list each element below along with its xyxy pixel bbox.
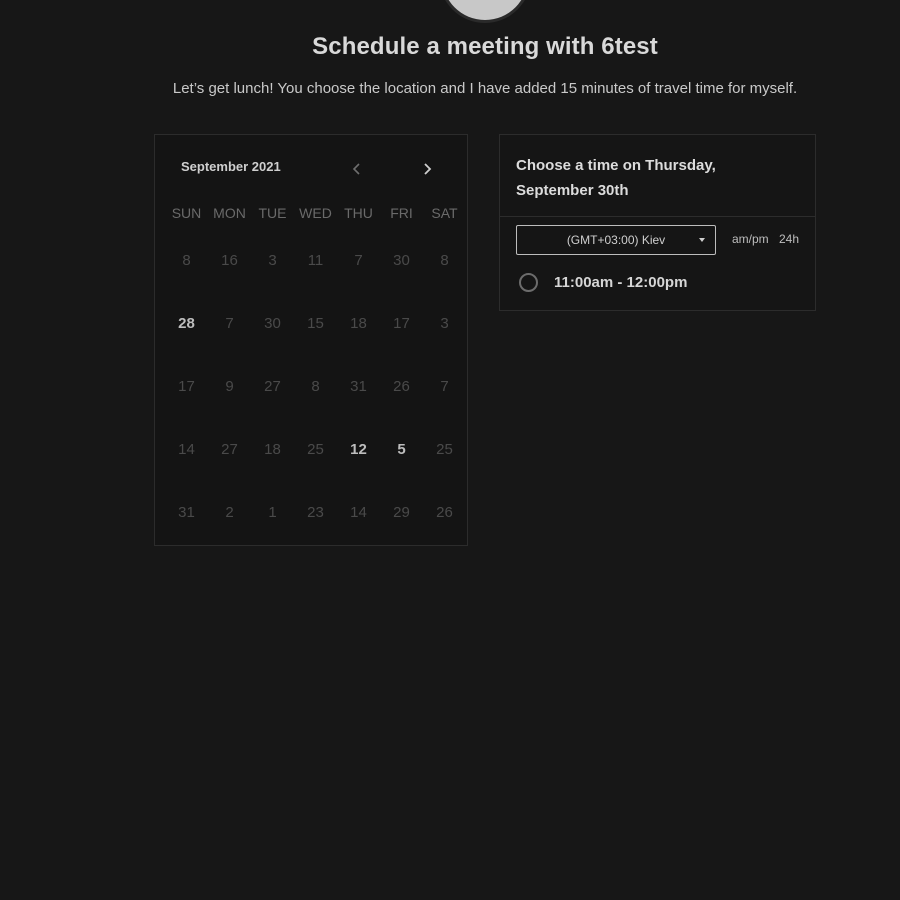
calendar-day-disabled: 1 [268, 504, 277, 521]
calendar-day-disabled: 27 [264, 378, 281, 395]
calendar-day-available[interactable]: 28 [165, 314, 208, 377]
calendar-day-disabled: 7 [225, 315, 234, 332]
calendar-day-disabled: 18 [350, 315, 367, 332]
calendar-day-disabled: 29 [393, 504, 410, 521]
calendar: September 2021 SUN MON TUE WED THU FRI S… [154, 134, 468, 546]
chevron-left-icon [352, 163, 360, 175]
calendar-day-disabled: 3 [440, 315, 449, 332]
calendar-day-disabled: 14 [350, 504, 367, 521]
page-description: Let’s get lunch! You choose the location… [172, 80, 798, 97]
timezone-select[interactable]: (GMT+03:00) Kiev [516, 225, 716, 255]
calendar-day-disabled: 9 [225, 378, 234, 395]
calendar-month-label: September 2021 [181, 159, 281, 174]
format-ampm-toggle[interactable]: am/pm [732, 232, 769, 246]
calendar-day-disabled: 7 [440, 378, 449, 395]
calendar-day-disabled: 2 [225, 504, 234, 521]
avatar [442, 0, 528, 20]
next-month-button[interactable] [417, 159, 437, 179]
calendar-day-disabled: 14 [178, 441, 195, 458]
weekday-label: THU [344, 205, 373, 221]
page-title: Schedule a meeting with 6test [312, 33, 658, 60]
calendar-day-disabled: 16 [221, 252, 238, 269]
calendar-day-disabled: 8 [182, 252, 191, 269]
time-panel-header: Choose a time on Thursday, September 30t… [500, 135, 815, 217]
weekday-label: TUE [258, 205, 287, 221]
calendar-day-grid: 8 16 3 11 7 30 8 28 7 30 15 18 17 3 17 9 27 8 31 26 7 14 27 18 2… [165, 251, 467, 566]
calendar-day-disabled: 31 [178, 504, 195, 521]
calendar-day-disabled: 26 [436, 504, 453, 521]
calendar-day-available[interactable]: 12 [337, 440, 380, 503]
weekday-label: MON [213, 205, 246, 221]
calendar-day-disabled: 23 [307, 504, 324, 521]
weekday-label: SAT [431, 205, 458, 221]
time-selection-panel: Choose a time on Thursday, September 30t… [499, 134, 816, 311]
radio-button[interactable] [519, 273, 538, 292]
calendar-day-disabled: 30 [393, 252, 410, 269]
calendar-day-disabled: 31 [350, 378, 367, 395]
calendar-day-disabled: 17 [178, 378, 195, 395]
calendar-day-disabled: 18 [264, 441, 281, 458]
calendar-day-disabled: 17 [393, 315, 410, 332]
calendar-day-disabled: 26 [393, 378, 410, 395]
caret-down-icon [699, 238, 705, 242]
weekday-header: SUN MON TUE WED THU FRI SAT [165, 205, 467, 221]
weekday-label: WED [299, 205, 332, 221]
calendar-day-disabled: 11 [307, 252, 324, 269]
time-slot-label: 11:00am - 12:00pm [554, 274, 688, 291]
prev-month-button[interactable] [347, 159, 367, 179]
calendar-day-disabled: 27 [221, 441, 238, 458]
calendar-day-disabled: 15 [307, 315, 324, 332]
timezone-value: (GMT+03:00) Kiev [566, 233, 666, 247]
calendar-day-disabled: 25 [307, 441, 324, 458]
time-slot[interactable]: 11:00am - 12:00pm [519, 273, 687, 292]
calendar-day-disabled: 25 [436, 441, 453, 458]
format-24h-toggle[interactable]: 24h [779, 232, 799, 246]
calendar-day-disabled: 30 [264, 315, 281, 332]
weekday-label: SUN [171, 205, 202, 221]
calendar-day-disabled: 3 [268, 252, 277, 269]
calendar-day-disabled: 8 [311, 378, 320, 395]
calendar-day-disabled: 7 [354, 252, 363, 269]
time-panel-title: Choose a time on Thursday, September 30t… [516, 157, 716, 199]
page: Schedule a meeting with 6test Let’s get … [0, 0, 900, 900]
calendar-day-available[interactable]: 5 [380, 440, 423, 503]
weekday-label: FRI [390, 205, 413, 221]
calendar-day-disabled: 8 [440, 252, 449, 269]
chevron-right-icon [424, 163, 432, 175]
